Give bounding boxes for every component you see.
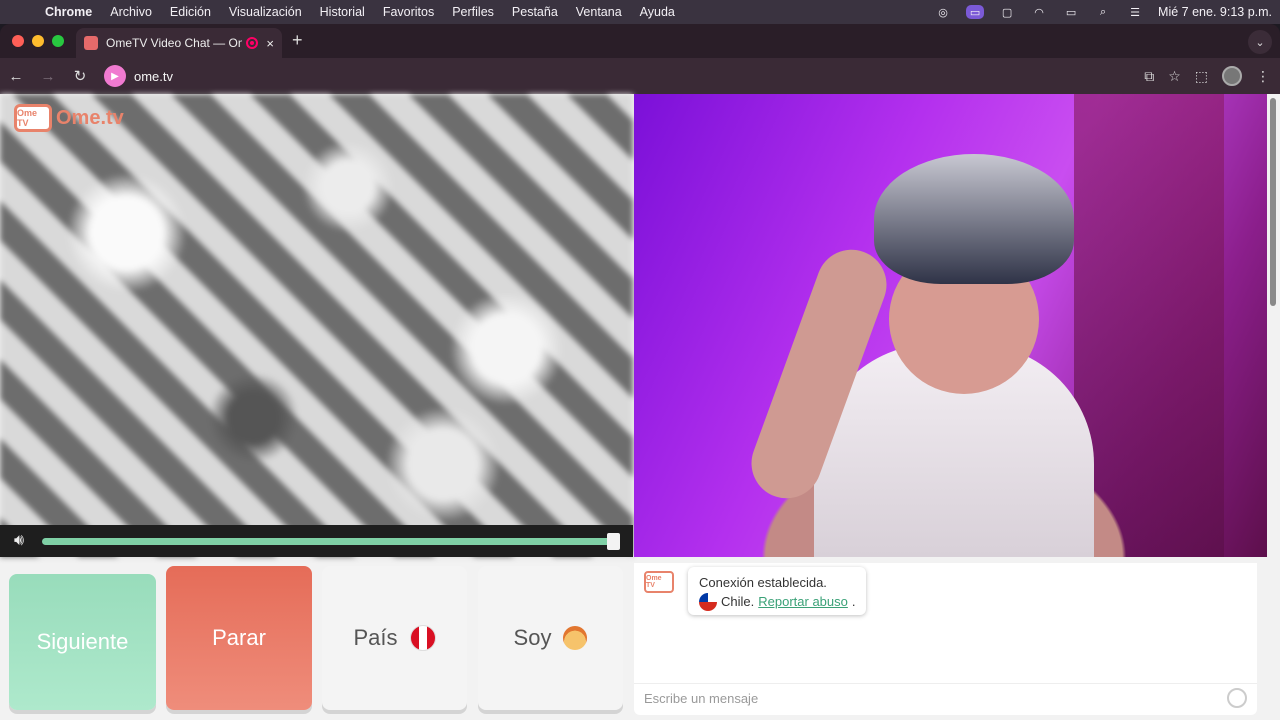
minimize-window-icon[interactable] xyxy=(32,35,44,47)
menu-pestana[interactable]: Pestaña xyxy=(503,5,567,19)
reload-icon[interactable]: ↻ xyxy=(64,67,96,85)
report-abuse-link[interactable]: Reportar abuso xyxy=(758,592,848,611)
ometv-favicon-icon xyxy=(84,36,98,50)
stop-button-label: Parar xyxy=(212,625,266,650)
tab-title: OmeTV Video Chat — Ome xyxy=(106,36,243,50)
site-info-icon[interactable]: ▶ xyxy=(104,65,126,87)
partner-country-row: Chile. Reportar abuso. xyxy=(699,592,866,611)
volume-slider[interactable] xyxy=(42,538,616,545)
extensions-icon[interactable]: ⬚ xyxy=(1195,68,1208,85)
partner-country: Chile. xyxy=(721,594,755,609)
message-input[interactable]: Escribe un mensaje xyxy=(634,683,1257,713)
chat-panel: Ome TV Conexión establecida. Chile. Repo… xyxy=(634,563,1257,715)
logo-wordmark: Ome.tv xyxy=(56,106,124,129)
remote-video xyxy=(634,94,1267,557)
gender-button[interactable]: Soy xyxy=(478,566,623,710)
control-center-icon[interactable]: ☰ xyxy=(1126,5,1144,19)
stop-button[interactable]: Parar xyxy=(166,566,312,710)
toolbar-actions: ⧉ ☆ ⬚ ⋮ xyxy=(1144,58,1270,94)
recording-icon xyxy=(246,37,259,49)
system-message: Conexión establecida. Chile. Reportar ab… xyxy=(688,567,866,615)
address-bar[interactable]: ▶ ome.tv xyxy=(104,62,1164,90)
new-tab-icon[interactable]: + xyxy=(292,30,303,51)
boy-face-icon xyxy=(563,626,588,650)
tab-search-icon[interactable]: ⌄ xyxy=(1248,30,1272,54)
logo-tv-icon: Ome TV xyxy=(14,104,52,132)
status-area: ◎ ▭ ▢ ◠ ▭ ⌕ ☰ Mié 7 ene. 9:13 p.m. xyxy=(934,0,1272,24)
close-window-icon[interactable] xyxy=(12,35,24,47)
menu-app-name[interactable]: Chrome xyxy=(36,5,101,19)
url-text: ome.tv xyxy=(134,68,174,84)
bookmark-star-icon[interactable]: ☆ xyxy=(1168,68,1181,85)
search-icon[interactable]: ⌕ xyxy=(1094,5,1112,19)
local-video xyxy=(0,94,633,557)
clock[interactable]: Mié 7 ene. 9:13 p.m. xyxy=(1158,5,1272,19)
profile-avatar[interactable] xyxy=(1222,66,1242,86)
battery-icon[interactable]: ▭ xyxy=(1062,5,1080,19)
menu-edicion[interactable]: Edición xyxy=(161,5,220,19)
next-button-label: Siguiente xyxy=(36,629,129,654)
screen-share-icon[interactable]: ▭ xyxy=(966,5,985,19)
connection-message: Conexión establecida. xyxy=(699,575,827,590)
volume-slider-thumb[interactable] xyxy=(607,533,620,550)
wifi-icon[interactable]: ◠ xyxy=(1030,5,1048,19)
menu-favoritos[interactable]: Favoritos xyxy=(374,5,443,19)
page-scrollbar[interactable] xyxy=(1270,98,1276,306)
ometv-logo[interactable]: Ome TV Ome.tv xyxy=(14,104,124,132)
speaker-icon[interactable]: 🔊︎ xyxy=(0,532,38,550)
report-suffix: . xyxy=(851,594,856,609)
menu-perfiles[interactable]: Perfiles xyxy=(443,5,503,19)
menu-archivo[interactable]: Archivo xyxy=(101,5,161,19)
cast-icon[interactable]: ⧉ xyxy=(1144,68,1154,85)
caption-icon[interactable]: ▢ xyxy=(998,5,1016,19)
macos-menu-bar: Chrome Archivo Edición Visualización His… xyxy=(0,0,1280,24)
back-icon[interactable]: ← xyxy=(0,68,32,85)
zoom-window-icon[interactable] xyxy=(52,35,64,47)
country-button-label: País xyxy=(353,625,398,650)
forward-icon[interactable]: → xyxy=(32,68,64,85)
window-controls xyxy=(12,35,64,47)
tab-ometv[interactable]: OmeTV Video Chat — Ome × xyxy=(76,28,282,58)
tab-strip: OmeTV Video Chat — Ome × + ⌄ xyxy=(0,24,1280,58)
country-button[interactable]: País xyxy=(322,566,467,710)
browser-toolbar: ← → ↻ ▶ ome.tv ⧉ ☆ ⬚ ⋮ xyxy=(0,58,1280,94)
emoji-icon[interactable] xyxy=(1227,688,1247,708)
peru-flag-icon xyxy=(409,625,436,651)
chat-ometv-logo-icon: Ome TV xyxy=(644,571,674,593)
menu-ventana[interactable]: Ventana xyxy=(567,5,631,19)
menu-visualizacion[interactable]: Visualización xyxy=(220,5,311,19)
next-button[interactable]: Siguiente xyxy=(9,574,156,710)
chrome-window: OmeTV Video Chat — Ome × + ⌄ ← → ↻ ▶ ome… xyxy=(0,24,1280,720)
menu-historial[interactable]: Historial xyxy=(311,5,374,19)
vpn-icon[interactable]: ◎ xyxy=(934,5,952,19)
menu-ayuda[interactable]: Ayuda xyxy=(631,5,684,19)
chile-flag-icon xyxy=(699,592,717,611)
ometv-page: Ome TV Ome.tv 🔊︎ Siguiente Parar País So… xyxy=(0,94,1280,720)
tab-close-icon[interactable]: × xyxy=(266,36,274,51)
volume-bar: 🔊︎ xyxy=(0,525,633,557)
person-cap xyxy=(874,154,1074,284)
more-menu-icon[interactable]: ⋮ xyxy=(1256,68,1270,85)
gender-button-label: Soy xyxy=(513,625,552,650)
